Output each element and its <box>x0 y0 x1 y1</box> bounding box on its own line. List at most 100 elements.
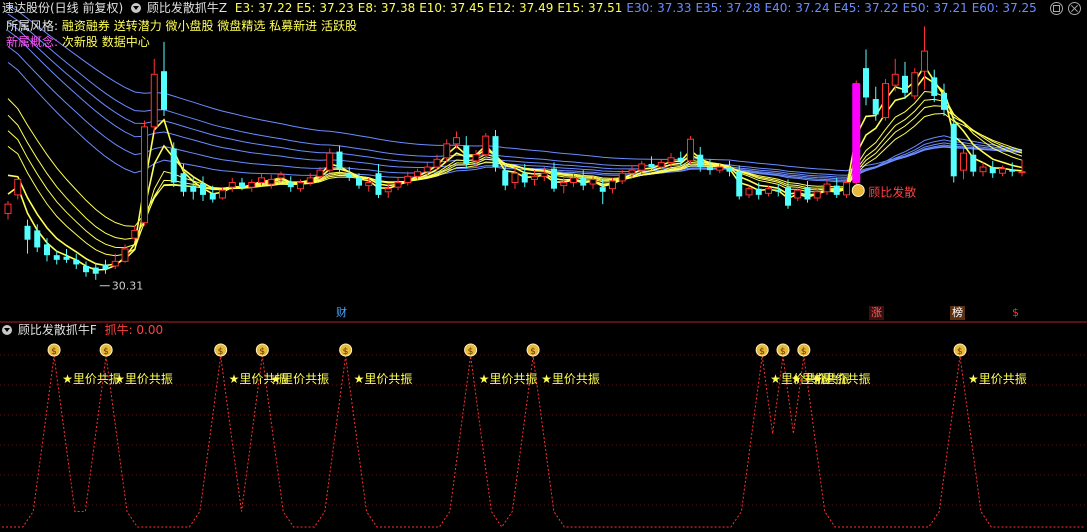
ma-legend-item: E30: 37.33 <box>626 1 692 15</box>
candle[interactable] <box>687 136 694 164</box>
signal-text: ★里价共振 <box>114 372 173 386</box>
svg-text:$: $ <box>801 347 807 357</box>
candle[interactable] <box>92 262 99 280</box>
signal-label: 顾比发散 <box>868 185 916 200</box>
ma-legend-item: E40: 37.24 <box>764 1 830 15</box>
stock-title[interactable]: 速达股份(日线 前复权) <box>2 1 123 15</box>
candle[interactable] <box>346 167 353 181</box>
candle[interactable] <box>941 83 947 117</box>
candle[interactable] <box>970 146 977 177</box>
ma-legend-item: E3: 37.22 <box>234 1 293 15</box>
svg-text:$: $ <box>530 347 536 357</box>
lower-indicator-name[interactable]: 顾比发散抓牛F <box>18 323 97 337</box>
candle[interactable] <box>833 177 840 198</box>
svg-text:$: $ <box>759 347 765 357</box>
ma-legend-item: E50: 37.21 <box>902 1 968 15</box>
indicator-name[interactable]: 顾比发散抓牛Z <box>147 1 227 15</box>
candle[interactable] <box>102 259 109 274</box>
money-bag-icon: $ <box>755 343 769 357</box>
candle[interactable] <box>170 142 177 188</box>
signal-text: ★里价共振 <box>541 372 600 386</box>
candle[interactable] <box>44 238 50 262</box>
candle[interactable] <box>453 131 460 149</box>
ema-slow-line <box>7 13 1023 176</box>
money-bag-icon: $ <box>339 343 353 357</box>
candle[interactable] <box>726 160 733 177</box>
candle[interactable] <box>482 133 490 158</box>
lower-panel-header: 顾比发散抓牛F 抓牛: 0.00 <box>2 322 163 338</box>
dropdown-circle-icon[interactable] <box>131 3 142 13</box>
svg-text:$: $ <box>218 347 224 357</box>
candle[interactable] <box>14 178 22 200</box>
ma-legend-item: E45: 37.22 <box>833 1 899 15</box>
signal-text: ★里价共振 <box>479 372 538 386</box>
candle[interactable] <box>511 167 519 189</box>
candle[interactable] <box>248 179 256 192</box>
candle[interactable] <box>287 176 294 192</box>
ema-fast-line <box>7 98 1023 227</box>
candle[interactable] <box>960 148 967 180</box>
candle[interactable] <box>267 174 275 189</box>
ma-legend: E3: 37.22 E5: 37.23 E8: 37.38 E10: 37.45 E12… <box>235 1 1041 15</box>
candle[interactable] <box>24 219 31 254</box>
marker-limit-up[interactable]: 涨 <box>869 306 884 320</box>
low-price-label: 30.31 <box>112 280 144 293</box>
candle[interactable] <box>863 49 869 106</box>
candle[interactable] <box>404 171 412 186</box>
candle[interactable] <box>891 58 899 92</box>
chart-canvas[interactable]: 30.31 顾比发散 $ ★里价共振 $ ★里价共振 $ ★里价共振 $ ★里价共振 $ ★里价共振… <box>0 0 1087 532</box>
candle[interactable] <box>804 180 811 203</box>
concept-value: 次新股 数据中心 <box>61 35 150 49</box>
signal-text: ★里价共振 <box>354 372 413 386</box>
candle[interactable] <box>931 69 938 103</box>
lower-indicator-value: 抓牛: 0.00 <box>104 323 164 337</box>
candle[interactable] <box>843 179 850 198</box>
lower-dropdown-circle-icon[interactable] <box>2 325 12 335</box>
ma-legend-item: E8: 37.38 <box>357 1 416 15</box>
candle[interactable] <box>492 129 499 172</box>
style-info-row: 所属风格: 融资融券 送转潜力 微小盘股 微盘精选 私募新进 活跃股 <box>6 18 357 34</box>
candle[interactable] <box>394 177 402 191</box>
style-label: 所属风格: <box>6 19 59 33</box>
close-icon[interactable] <box>1068 2 1081 15</box>
svg-text:$: $ <box>259 347 265 357</box>
main-chart-header: 速达股份(日线 前复权) 顾比发散抓牛Z E3: 37.22 E5: 37.23 E… <box>2 0 1041 16</box>
ema-slow-line <box>7 46 1023 181</box>
signal-panel[interactable]: $ ★里价共振 $ ★里价共振 $ ★里价共振 $ ★里价共振 $ ★里价共振 $ ★里价共振 $ ★里价… <box>2 343 1085 528</box>
concept-label: 新属概念: <box>6 35 59 49</box>
candle[interactable] <box>141 120 148 226</box>
candle[interactable] <box>531 170 538 186</box>
money-bag-icon: $ <box>464 343 478 357</box>
marker-dollar[interactable]: $ <box>1010 306 1021 320</box>
marker-rank-list[interactable]: 榜 <box>950 306 965 320</box>
candle[interactable] <box>618 170 626 185</box>
candle[interactable] <box>375 163 382 198</box>
candle[interactable] <box>228 177 236 192</box>
candle[interactable] <box>34 224 41 253</box>
candle[interactable] <box>911 68 919 100</box>
svg-text:$: $ <box>468 347 474 357</box>
candle[interactable] <box>882 78 889 121</box>
candle[interactable] <box>384 184 392 198</box>
candle[interactable] <box>4 201 12 220</box>
svg-text:$: $ <box>957 347 963 357</box>
signal-bar <box>852 83 861 183</box>
candlestick-series[interactable] <box>4 26 1026 280</box>
ema-slow-line <box>7 62 1023 183</box>
marker-finance[interactable]: 财 <box>334 306 349 320</box>
candle[interactable] <box>823 179 831 195</box>
candle[interactable] <box>73 253 80 270</box>
candle[interactable] <box>200 176 206 202</box>
expand-icon[interactable] <box>1050 2 1063 15</box>
candle[interactable] <box>902 61 908 100</box>
candle[interactable] <box>463 136 470 169</box>
candle[interactable] <box>999 165 1006 177</box>
candle[interactable] <box>83 261 89 277</box>
candle[interactable] <box>150 58 158 134</box>
candle[interactable] <box>277 171 285 183</box>
candle[interactable] <box>950 117 957 183</box>
candle[interactable] <box>161 41 167 117</box>
candle[interactable] <box>989 160 996 178</box>
signal-text: ★里价共振 <box>812 372 871 386</box>
svg-text:$: $ <box>51 347 57 357</box>
